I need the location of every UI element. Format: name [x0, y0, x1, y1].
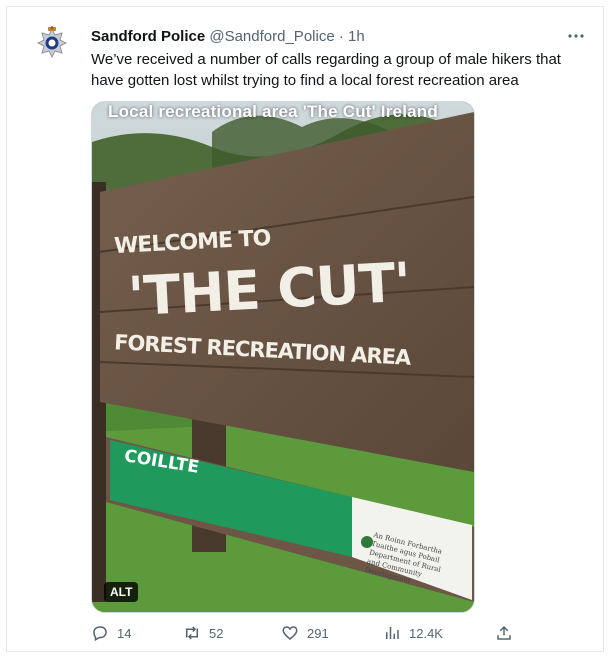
retweet-count: 52	[209, 625, 224, 641]
more-dots-icon	[568, 34, 584, 38]
alt-badge[interactable]: ALT	[104, 582, 139, 602]
tweet-photo[interactable]: Local recreational area 'The Cut' Irelan…	[91, 101, 475, 613]
tweet-card[interactable]: Sandford Police @Sandford_Police · 1h We…	[6, 6, 604, 652]
views-count: 12.4K	[409, 625, 443, 641]
retweet-icon	[186, 626, 198, 640]
views-button[interactable]: 12.4K	[383, 619, 443, 647]
like-button[interactable]: 291	[281, 619, 329, 647]
reply-button[interactable]: 14	[91, 619, 131, 647]
retweet-button[interactable]: 52	[183, 619, 223, 647]
author-handle[interactable]: @Sandford_Police	[209, 28, 334, 45]
reply-icon	[93, 626, 107, 642]
avatar[interactable]	[31, 25, 73, 67]
share-button[interactable]	[495, 619, 513, 647]
heart-icon	[282, 626, 298, 640]
author-name[interactable]: Sandford Police	[91, 28, 205, 45]
tweet-time[interactable]: 1h	[348, 28, 365, 45]
like-count: 291	[307, 625, 329, 641]
header-separator: ·	[338, 28, 344, 45]
reply-count: 14	[117, 625, 132, 641]
tweet-text: We’ve received a number of calls regardi…	[91, 51, 561, 89]
tweet-header: Sandford Police @Sandford_Police · 1h	[91, 27, 583, 47]
more-button[interactable]	[563, 23, 589, 49]
views-icon	[386, 627, 399, 639]
action-bar: 14 52 291 12.4K	[91, 619, 511, 647]
share-icon	[497, 625, 511, 640]
photo-caption: Local recreational area 'The Cut' Irelan…	[108, 102, 438, 121]
police-badge-icon	[37, 26, 67, 58]
